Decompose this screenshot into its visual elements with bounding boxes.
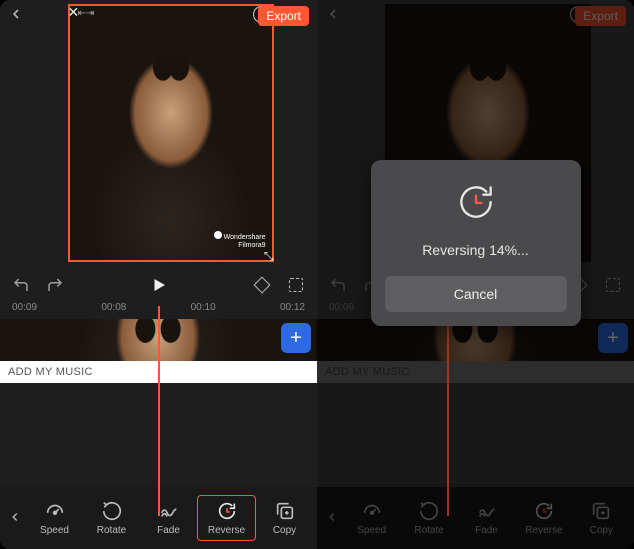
dialog-cancel-button[interactable]: Cancel [385,276,567,312]
editor-panel-before: ✕ ⇤⇥ 2 Wondershare Filmora9 ⤡ Export [0,0,317,549]
transport-bar [0,270,317,298]
fade-tool[interactable]: Fade [140,496,197,540]
copy-tool[interactable]: Copy [256,496,313,540]
ruler-mark: 00:09 [12,302,37,313]
reverse-icon [216,500,238,522]
editor-panel-after: 2 Export 00:09 [317,0,634,549]
rotate-tool[interactable]: Rotate [83,496,140,540]
tool-label: Speed [40,525,69,536]
playhead-indicator[interactable] [158,306,160,516]
resize-handle-icon[interactable]: ⤡ [264,249,274,264]
add-clip-button[interactable]: + [281,323,311,353]
comparison-container: ✕ ⇤⇥ 2 Wondershare Filmora9 ⤡ Export [0,0,634,549]
speed-tool[interactable]: Speed [26,496,83,540]
wm-line2: Filmora9 [238,242,265,249]
fullscreen-button[interactable] [287,276,305,294]
header: ✕ ⇤⇥ 2 Wondershare Filmora9 ⤡ [0,0,317,270]
preview-wrapper: ✕ ⇤⇥ 2 Wondershare Filmora9 ⤡ [28,4,313,262]
back-button[interactable] [8,4,24,27]
preview-still [70,6,272,260]
reverse-tool[interactable]: Reverse [197,495,256,541]
toolbar-scroll-left[interactable] [4,510,26,527]
ruler-mark: 00:08 [101,302,126,313]
dialog-message: Reversing 14%... [385,242,567,258]
reversing-dialog: Reversing 14%... Cancel [371,160,581,326]
frame-handle-icon: ⇤⇥ [78,8,95,19]
rotate-icon [101,500,123,522]
redo-button[interactable] [46,276,64,294]
play-button[interactable] [150,276,168,294]
ruler-mark: 00:12 [280,302,305,313]
tool-label: Rotate [97,525,126,536]
wm-line1: Wondershare [224,234,266,241]
ruler-mark: 00:10 [191,302,216,313]
tool-label: Fade [157,525,180,536]
speed-icon [44,500,66,522]
video-preview[interactable]: ✕ ⇤⇥ 2 Wondershare Filmora9 ⤡ [68,4,274,262]
tool-label: Reverse [208,525,245,536]
undo-button[interactable] [12,276,30,294]
copy-icon [274,500,296,522]
reversing-spinner-icon [454,180,498,224]
tool-label: Copy [273,525,296,536]
close-icon[interactable]: ✕ [68,4,80,21]
fade-icon [158,500,180,522]
export-button[interactable]: Export [258,6,309,26]
keyframe-button[interactable] [253,276,271,294]
watermark: Wondershare Filmora9 [214,231,266,250]
